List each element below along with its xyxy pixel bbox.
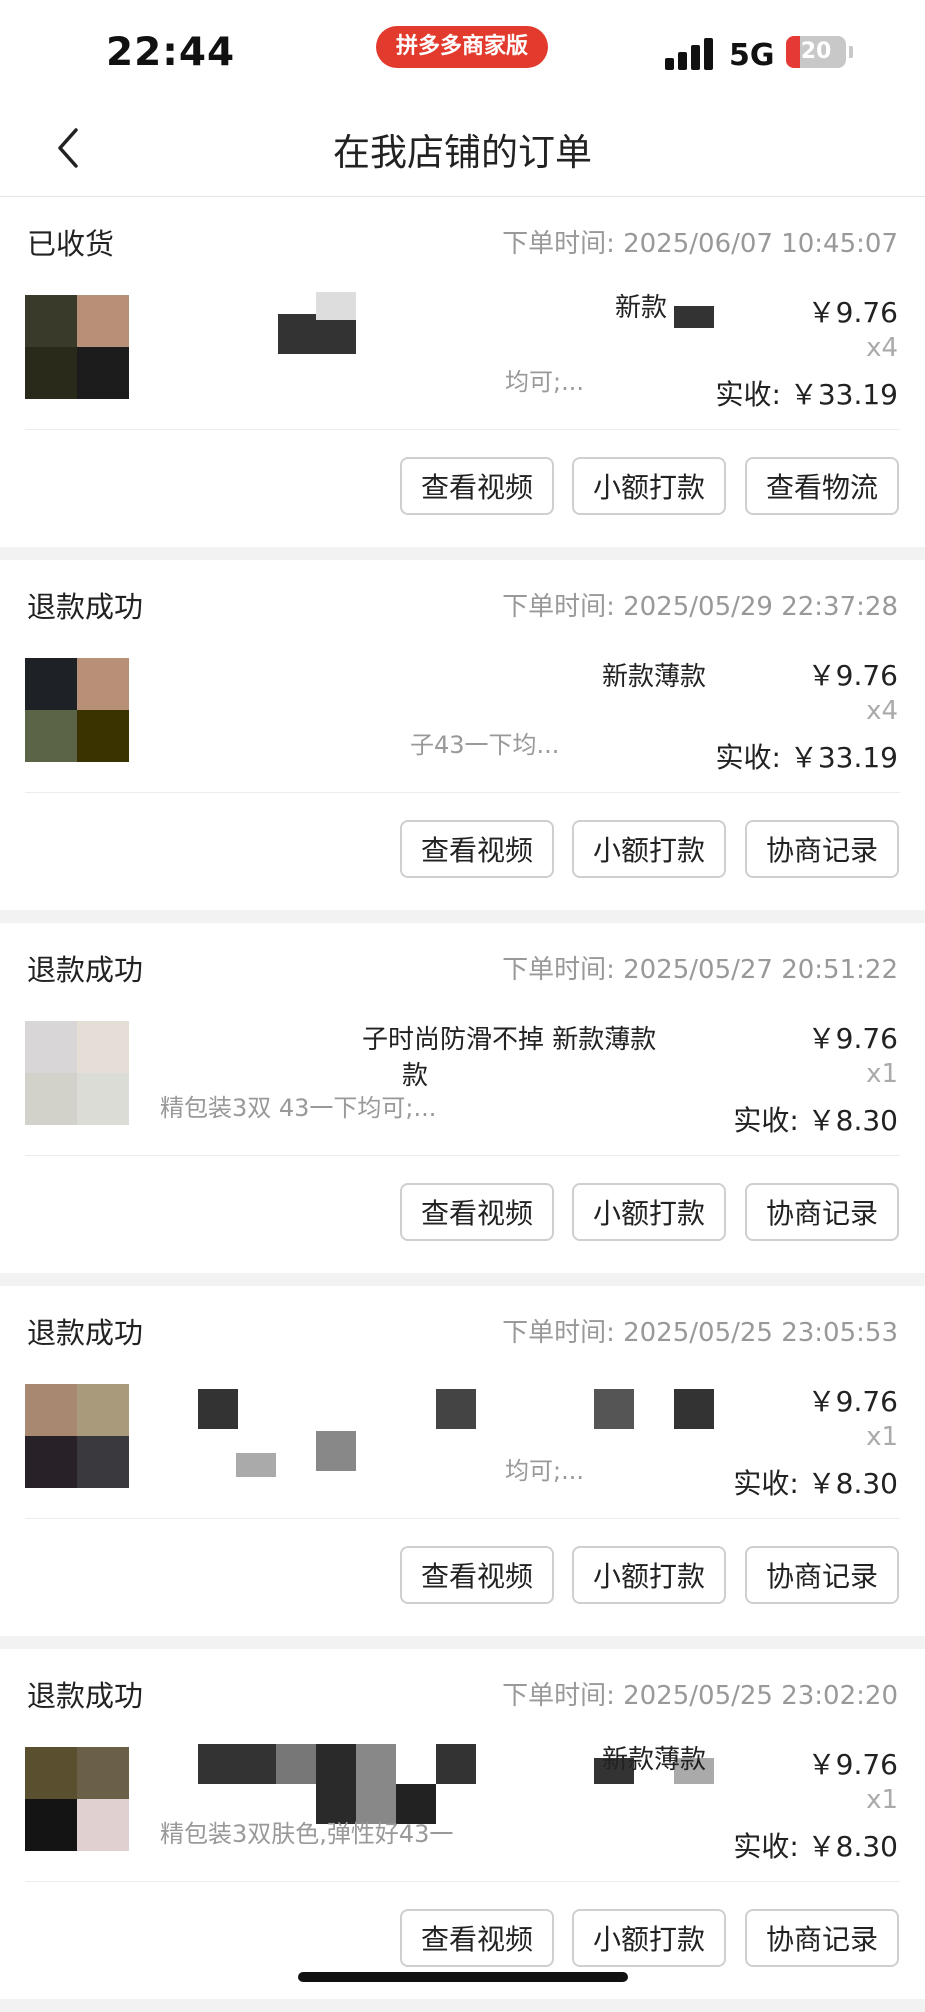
home-indicator[interactable]	[298, 1972, 628, 1982]
negotiation-record-button[interactable]: 协商记录	[745, 820, 899, 878]
redacted-title	[150, 1381, 720, 1501]
quantity: x4	[866, 696, 898, 726]
unit-price: ￥9.76	[807, 659, 898, 692]
signal-icon	[665, 36, 715, 70]
battery-tip	[849, 46, 853, 58]
order-status: 退款成功	[27, 953, 144, 987]
order-time-label: 下单时间:	[502, 1318, 624, 1348]
order-status: 退款成功	[27, 1316, 144, 1350]
order-card[interactable]: 退款成功 下单时间: 2025/05/27 20:51:22 子时尚防滑不掉 新…	[0, 923, 925, 1273]
view-video-button[interactable]: 查看视频	[400, 457, 554, 515]
product-spec: 精包装3双 43一下均可;...	[160, 1094, 437, 1122]
product-thumbnail[interactable]	[25, 1021, 129, 1125]
paid-amount: 实收: ￥33.19	[715, 741, 899, 774]
negotiation-record-button[interactable]: 协商记录	[745, 1546, 899, 1604]
network-label: 5G	[729, 38, 775, 73]
paid-amount: 实收: ￥33.19	[715, 378, 899, 411]
product-thumbnail[interactable]	[25, 1384, 129, 1488]
order-time-value: 2025/05/27 20:51:22	[623, 955, 898, 985]
order-time-label: 下单时间:	[502, 229, 624, 259]
product-title: 新款薄款	[602, 662, 707, 692]
order-card[interactable]: 退款成功 下单时间: 2025/05/29 22:37:28 新款薄款 子43一…	[0, 560, 925, 910]
status-time: 22:44	[106, 30, 236, 75]
quantity: x4	[866, 333, 898, 363]
order-time: 下单时间: 2025/05/25 23:05:53	[502, 1312, 898, 1349]
view-logistics-button[interactable]: 查看物流	[745, 457, 899, 515]
paid-amount: 实收: ￥8.30	[733, 1830, 898, 1863]
order-time: 下单时间: 2025/05/29 22:37:28	[502, 586, 898, 623]
order-time-value: 2025/05/25 23:05:53	[623, 1318, 898, 1348]
product-thumbnail[interactable]	[25, 1747, 129, 1851]
product-title: 新款	[615, 293, 668, 323]
app-badge[interactable]: 拼多多商家版	[376, 26, 548, 68]
order-time-label: 下单时间:	[502, 1681, 624, 1711]
view-video-button[interactable]: 查看视频	[400, 820, 554, 878]
order-list: 已收货 下单时间: 2025/06/07 10:45:07 新款 均可;... …	[0, 197, 925, 2012]
order-time: 下单时间: 2025/05/25 23:02:20	[502, 1675, 898, 1712]
unit-price: ￥9.76	[807, 296, 898, 329]
small-payment-button[interactable]: 小额打款	[572, 457, 726, 515]
product-spec: 精包装3双肤色,弹性好43一	[160, 1820, 454, 1848]
product-title: 新款薄款	[602, 1745, 707, 1775]
unit-price: ￥9.76	[807, 1385, 898, 1418]
order-time-value: 2025/05/25 23:02:20	[623, 1681, 898, 1711]
divider	[25, 1881, 900, 1882]
negotiation-record-button[interactable]: 协商记录	[745, 1183, 899, 1241]
nav-bar: 在我店铺的订单	[0, 100, 925, 197]
quantity: x1	[866, 1785, 898, 1815]
order-card[interactable]: 退款成功 下单时间: 2025/05/25 23:05:53 均可;... ￥9…	[0, 1286, 925, 1636]
small-payment-button[interactable]: 小额打款	[572, 1909, 726, 1967]
order-card[interactable]: 退款成功 下单时间: 2025/05/25 23:02:20 新款薄款 精包装3…	[0, 1649, 925, 1999]
product-spec: 子43一下均...	[410, 731, 560, 759]
product-spec: 均可;...	[505, 368, 584, 396]
paid-amount: 实收: ￥8.30	[733, 1467, 898, 1500]
order-time-value: 2025/06/07 10:45:07	[623, 229, 898, 259]
view-video-button[interactable]: 查看视频	[400, 1546, 554, 1604]
unit-price: ￥9.76	[807, 1022, 898, 1055]
battery-level: 20	[800, 39, 832, 64]
view-video-button[interactable]: 查看视频	[400, 1909, 554, 1967]
small-payment-button[interactable]: 小额打款	[572, 1546, 726, 1604]
quantity: x1	[866, 1059, 898, 1089]
page-title: 在我店铺的订单	[333, 131, 592, 174]
product-title-line2: 款	[402, 1061, 429, 1091]
small-payment-button[interactable]: 小额打款	[572, 1183, 726, 1241]
product-thumbnail[interactable]	[25, 658, 129, 762]
order-status: 退款成功	[27, 590, 144, 624]
order-status: 已收货	[27, 227, 115, 261]
divider	[25, 1155, 900, 1156]
unit-price: ￥9.76	[807, 1748, 898, 1781]
product-spec: 均可;...	[505, 1457, 584, 1485]
order-time-value: 2025/05/29 22:37:28	[623, 592, 898, 622]
negotiation-record-button[interactable]: 协商记录	[745, 1909, 899, 1967]
order-status: 退款成功	[27, 1679, 144, 1713]
view-video-button[interactable]: 查看视频	[400, 1183, 554, 1241]
paid-amount: 实收: ￥8.30	[733, 1104, 898, 1137]
battery-icon: 20	[786, 36, 846, 68]
product-thumbnail[interactable]	[25, 295, 129, 399]
product-title: 子时尚防滑不掉 新款薄款	[362, 1025, 657, 1055]
order-time-label: 下单时间:	[502, 592, 624, 622]
divider	[25, 1518, 900, 1519]
order-time: 下单时间: 2025/05/27 20:51:22	[502, 949, 898, 986]
divider	[25, 429, 900, 430]
small-payment-button[interactable]: 小额打款	[572, 820, 726, 878]
status-bar: 22:44 拼多多商家版 5G 20	[0, 0, 925, 100]
order-time-label: 下单时间:	[502, 955, 624, 985]
quantity: x1	[866, 1422, 898, 1452]
order-card[interactable]: 已收货 下单时间: 2025/06/07 10:45:07 新款 均可;... …	[0, 197, 925, 547]
order-time: 下单时间: 2025/06/07 10:45:07	[502, 223, 898, 260]
divider	[25, 792, 900, 793]
